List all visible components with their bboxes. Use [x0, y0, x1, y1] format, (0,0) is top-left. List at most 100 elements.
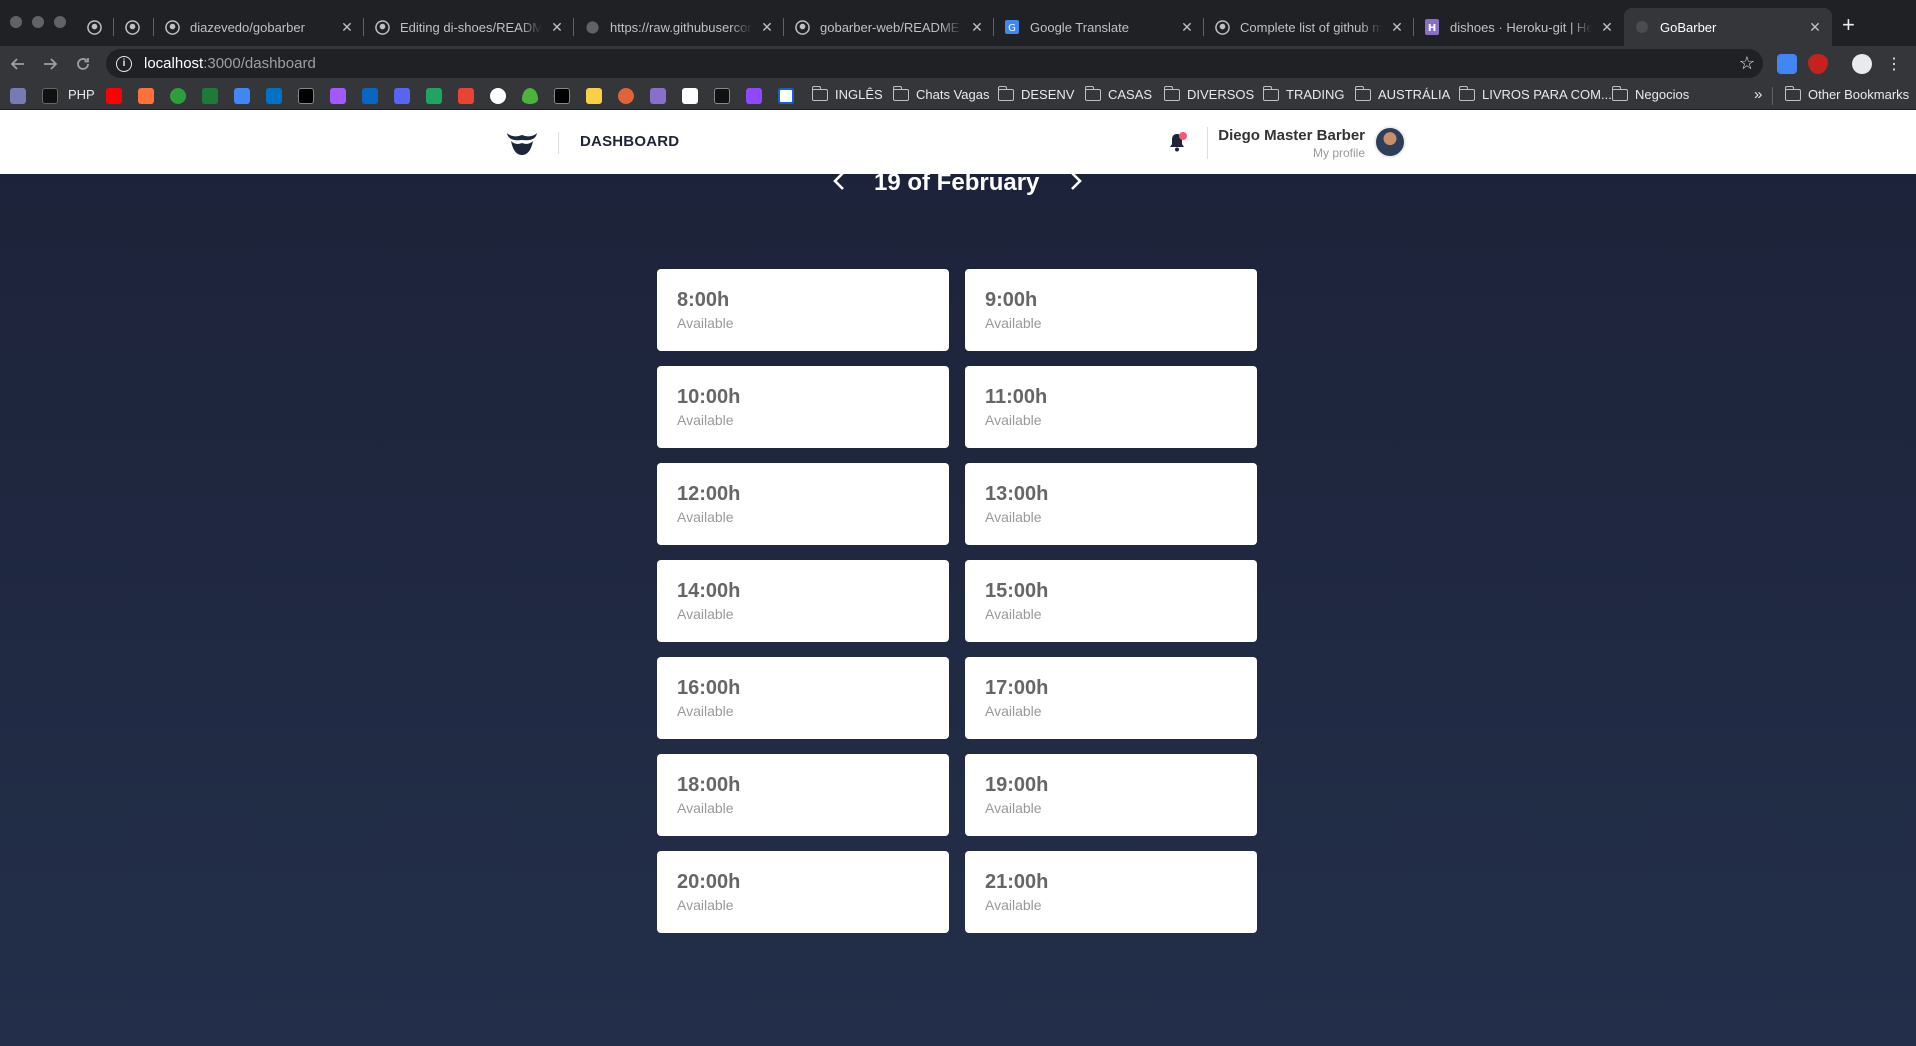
time-slot[interactable]: 20:00h Available: [657, 851, 949, 933]
browser-tab[interactable]: [76, 8, 114, 46]
browser-tab[interactable]: Complete list of github markdown ✕: [1204, 8, 1414, 46]
translate-extension-icon[interactable]: [1777, 54, 1797, 74]
tab-close-icon[interactable]: ✕: [1180, 19, 1194, 36]
time-slot[interactable]: 8:00h Available: [657, 269, 949, 351]
tab-close-icon[interactable]: ✕: [1390, 19, 1404, 36]
tab-close-icon[interactable]: ✕: [550, 19, 564, 36]
back-button[interactable]: [6, 52, 30, 76]
bookmark-icon[interactable]: [170, 88, 186, 104]
slot-time: 10:00h: [677, 386, 741, 408]
bookmark-folder[interactable]: Chats Vagas: [892, 85, 989, 102]
browser-tab[interactable]: gobarber-web/README.md ✕: [784, 8, 994, 46]
slot-time: 11:00h: [985, 386, 1048, 408]
php-docs-icon[interactable]: [10, 88, 26, 104]
time-slot[interactable]: 17:00h Available: [965, 657, 1257, 739]
previous-day-chevron-icon[interactable]: [828, 169, 852, 193]
discord-icon[interactable]: [394, 88, 410, 104]
youtube-icon[interactable]: [106, 88, 122, 104]
time-slot[interactable]: 14:00h Available: [657, 560, 949, 642]
bookmark-folder[interactable]: LIVROS PARA COM...: [1458, 85, 1612, 102]
browser-menu-icon[interactable]: ⋮: [1882, 52, 1906, 76]
browser-tab[interactable]: https://raw.githubusercontent.com ✕: [574, 8, 784, 46]
folder-icon: [811, 85, 828, 101]
slot-status: Available: [985, 897, 1042, 913]
time-slot[interactable]: 13:00h Available: [965, 463, 1257, 545]
bookmark-icon[interactable]: [458, 88, 474, 104]
bookmark-star-icon[interactable]: ☆: [1739, 53, 1755, 74]
new-tab-button[interactable]: +: [1842, 12, 1855, 38]
browser-tab[interactable]: G Google Translate ✕: [994, 8, 1204, 46]
avatar[interactable]: [1374, 126, 1406, 158]
time-slot[interactable]: 9:00h Available: [965, 269, 1257, 351]
forward-arrow-icon: [44, 58, 58, 70]
bookmark-folder[interactable]: TRADING: [1262, 85, 1345, 102]
time-slot[interactable]: 11:00h Available: [965, 366, 1257, 448]
tab-close-icon[interactable]: ✕: [340, 19, 354, 36]
tab-close-icon[interactable]: ✕: [760, 19, 774, 36]
slot-status: Available: [985, 315, 1042, 331]
bookmark-folder[interactable]: AUSTRÁLIA: [1354, 85, 1450, 102]
outlook-icon[interactable]: [266, 88, 282, 104]
checkbox-bookmark-icon[interactable]: [42, 88, 58, 104]
bookmark-icon[interactable]: [586, 88, 602, 104]
linkedin-icon[interactable]: [362, 88, 378, 104]
browser-tab[interactable]: [114, 8, 154, 46]
medium-icon[interactable]: [682, 88, 698, 104]
window-close-button[interactable]: [10, 16, 22, 28]
forward-button[interactable]: [38, 52, 62, 76]
bookmark-icon[interactable]: [618, 88, 634, 104]
time-slot[interactable]: 18:00h Available: [657, 754, 949, 836]
translate-icon[interactable]: [234, 88, 250, 104]
bet365-icon[interactable]: [202, 88, 218, 104]
bookmarks-overflow-button[interactable]: »: [1754, 86, 1762, 103]
reload-button[interactable]: [71, 52, 95, 76]
dev-to-icon[interactable]: [554, 88, 570, 104]
bookmark-icon[interactable]: [298, 88, 314, 104]
bookmark-icon[interactable]: [138, 88, 154, 104]
next-day-chevron-icon[interactable]: [1063, 169, 1087, 193]
figma-icon[interactable]: [330, 88, 346, 104]
site-info-icon[interactable]: i: [116, 55, 132, 72]
time-slot[interactable]: 21:00h Available: [965, 851, 1257, 933]
time-slot[interactable]: 12:00h Available: [657, 463, 949, 545]
browser-tab[interactable]: Editing di-shoes/README.md ✕: [364, 8, 574, 46]
bookmark-php[interactable]: PHP: [68, 87, 95, 102]
profile-avatar-icon[interactable]: [1852, 54, 1872, 74]
my-profile-link[interactable]: My profile: [1313, 146, 1365, 160]
address-path: :3000/dashboard: [203, 55, 316, 72]
bookmark-icon[interactable]: [778, 88, 794, 104]
folder-icon: [1262, 85, 1279, 101]
google-drive-icon[interactable]: [426, 88, 442, 104]
time-slot[interactable]: 16:00h Available: [657, 657, 949, 739]
twitch-icon[interactable]: [746, 88, 762, 104]
browser-tab[interactable]: diazevedo/gobarber ✕: [154, 8, 364, 46]
folder-icon: [1611, 85, 1628, 101]
tab-close-icon[interactable]: ✕: [970, 19, 984, 36]
extension-icon[interactable]: [1808, 54, 1828, 74]
tab-close-icon[interactable]: ✕: [1808, 19, 1822, 36]
window-zoom-button[interactable]: [54, 16, 66, 28]
time-slot[interactable]: 15:00h Available: [965, 560, 1257, 642]
bookmark-folder[interactable]: DESENV: [997, 85, 1074, 102]
window-minimize-button[interactable]: [32, 16, 44, 28]
bookmark-icon[interactable]: [714, 88, 730, 104]
other-bookmarks-folder[interactable]: Other Bookmarks: [1784, 85, 1909, 102]
slot-time: 17:00h: [985, 677, 1049, 699]
bookmark-folder[interactable]: Negocios: [1611, 85, 1689, 102]
github-icon[interactable]: [490, 88, 506, 104]
heroku-icon[interactable]: [650, 88, 666, 104]
browser-tab-active[interactable]: GoBarber ✕: [1624, 8, 1832, 46]
slot-status: Available: [985, 606, 1042, 622]
tab-close-icon[interactable]: ✕: [1600, 19, 1614, 36]
back-arrow-icon: [10, 58, 24, 70]
address-bar[interactable]: i localhost:3000/dashboard ☆: [106, 49, 1763, 78]
bookmark-folder[interactable]: CASAS: [1084, 85, 1152, 102]
browser-tab[interactable]: H dishoes · Heroku-git | Heroku ✕: [1414, 8, 1624, 46]
mongodb-icon[interactable]: [522, 88, 538, 104]
time-slot[interactable]: 19:00h Available: [965, 754, 1257, 836]
nav-dashboard-link[interactable]: DASHBOARD: [580, 133, 679, 150]
gobarber-logo-icon[interactable]: [505, 127, 539, 157]
bookmark-folder[interactable]: INGLÊS: [811, 85, 883, 102]
bookmark-folder[interactable]: DIVERSOS: [1163, 85, 1254, 102]
time-slot[interactable]: 10:00h Available: [657, 366, 949, 448]
